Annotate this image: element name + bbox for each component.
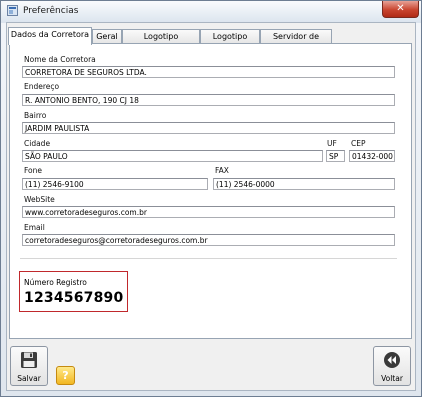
- email-label: Email: [24, 223, 45, 232]
- email-field[interactable]: corretoradeseguros@corretoradeseguros.co…: [22, 234, 395, 246]
- tab-dados-da-corretora[interactable]: Dados da Corretora: [8, 27, 92, 45]
- registro-number: 1234567890: [24, 290, 124, 306]
- tab-logotipo-impressos[interactable]: Logotipo Impressos: [122, 29, 200, 54]
- divider: [20, 258, 397, 259]
- tab-label: Dados da Corretora: [10, 30, 90, 39]
- tab-geral[interactable]: Geral: [92, 29, 122, 44]
- tab-logotipo-email[interactable]: Logotipo Email: [200, 29, 260, 54]
- back-button[interactable]: Voltar: [373, 346, 411, 386]
- registro-box: Número Registro 1234567890: [19, 271, 128, 312]
- close-icon: ✕: [396, 3, 405, 14]
- cidade-label: Cidade: [24, 139, 51, 148]
- fone-label: Fone: [24, 166, 43, 175]
- nome-label: Nome da Corretora: [24, 55, 96, 64]
- bairro-label: Bairro: [24, 111, 47, 120]
- website-field[interactable]: www.corretoradeseguros.com.br: [22, 206, 395, 218]
- fone-field[interactable]: (11) 2546-9100: [22, 178, 208, 190]
- close-button[interactable]: ✕: [382, 1, 419, 18]
- app-icon: [7, 5, 18, 16]
- window-title: Preferências: [23, 6, 79, 16]
- cidade-field[interactable]: SÃO PAULO: [22, 150, 323, 162]
- cep-label: CEP: [351, 139, 366, 148]
- save-label: Salvar: [17, 374, 41, 383]
- uf-label: UF: [327, 139, 337, 148]
- nome-field[interactable]: CORRETORA DE SEGUROS LTDA.: [22, 66, 395, 78]
- save-button[interactable]: Salvar: [10, 346, 48, 386]
- endereco-field[interactable]: R. ANTONIO BENTO, 190 CJ 18: [22, 94, 395, 106]
- floppy-disk-icon: [20, 351, 38, 371]
- cep-field[interactable]: 01432-000: [349, 150, 395, 162]
- tab-label: Geral: [96, 32, 118, 41]
- endereco-label: Endereço: [24, 82, 60, 91]
- uf-field[interactable]: SP: [326, 150, 345, 162]
- back-arrow-icon: [383, 351, 401, 371]
- tab-servidor-de-email[interactable]: Servidor de Email: [260, 29, 332, 54]
- website-label: WebSite: [24, 195, 55, 204]
- registro-label: Número Registro: [24, 278, 87, 287]
- question-mark-icon: ?: [62, 369, 69, 382]
- help-button[interactable]: ?: [56, 366, 75, 385]
- bairro-field[interactable]: JARDIM PAULISTA: [22, 122, 395, 134]
- back-label: Voltar: [381, 374, 403, 383]
- fax-field[interactable]: (11) 2546-0000: [213, 178, 395, 190]
- fax-label: FAX: [215, 166, 229, 175]
- title-bar[interactable]: Preferências ✕: [1, 1, 421, 23]
